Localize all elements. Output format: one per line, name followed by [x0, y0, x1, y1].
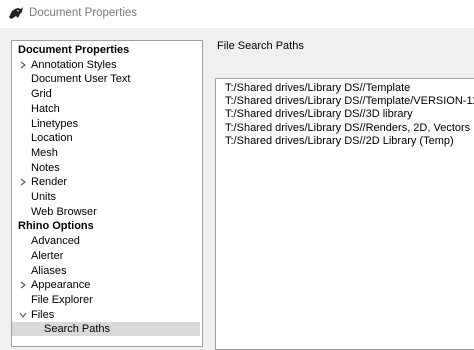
search-paths-list[interactable]: T:/Shared drives/Library DS//Template T:/… — [215, 78, 474, 350]
tree-item[interactable]: Advanced — [12, 234, 200, 248]
tree-item[interactable]: Render — [12, 175, 200, 189]
tree-item[interactable]: Web Browser — [12, 205, 200, 219]
chevron-right-icon[interactable] — [19, 175, 27, 189]
tree-item[interactable]: Alerter — [12, 249, 200, 263]
tree-item-label: Document User Text — [31, 73, 131, 86]
rhino-app-icon — [8, 5, 24, 21]
tree-item-label: Units — [31, 191, 57, 203]
title-bar: Document Properties — [0, 0, 474, 28]
tree-item[interactable]: Document User Text — [12, 72, 200, 86]
tree-item-label: Render — [31, 176, 68, 189]
tree-item[interactable]: File Explorer — [12, 293, 200, 307]
tree-item-label: Web Browser — [31, 205, 97, 218]
tree-item-label: Grid — [31, 88, 52, 101]
window-title: Document Properties — [29, 7, 138, 19]
tree-item[interactable]: Rhino Options — [12, 219, 200, 233]
tree-item-label: File Explorer — [31, 293, 93, 306]
tree-item-label: Files — [31, 308, 55, 321]
tree-item[interactable]: Units — [12, 190, 200, 204]
tree-item[interactable]: Hatch — [12, 102, 200, 116]
tree-item[interactable]: Location — [12, 131, 200, 145]
search-path-item[interactable]: T:/Shared drives/Library DS//Template/VE… — [225, 94, 474, 108]
tree-item-label: Linetypes — [31, 117, 79, 130]
tree-item[interactable]: Mesh — [12, 146, 200, 160]
tree-item-label: Aliases — [31, 264, 67, 277]
tree-item[interactable]: Notes — [12, 161, 200, 175]
panel-title: File Search Paths — [217, 40, 304, 52]
tree-item[interactable]: Aliases — [12, 264, 200, 278]
tree-item[interactable]: Appearance — [12, 278, 200, 292]
tree-item[interactable]: Search Paths — [12, 322, 200, 337]
tree-item[interactable]: Grid — [12, 87, 200, 101]
chevron-down-icon[interactable] — [19, 308, 27, 322]
tree-item[interactable]: Files — [12, 308, 200, 322]
tree-item-label: Notes — [31, 161, 60, 174]
tree-item-label: Annotation Styles — [31, 58, 117, 71]
options-tree[interactable]: Document Properties Annotation Styles Docu… — [11, 40, 203, 347]
search-path-item[interactable]: T:/Shared drives/Library DS//Template — [225, 81, 410, 95]
tree-item-label: Mesh — [31, 146, 58, 159]
chevron-right-icon[interactable] — [19, 278, 27, 292]
tree-item[interactable]: Linetypes — [12, 117, 200, 131]
tree-item-label: Search Paths — [44, 323, 111, 336]
search-path-item[interactable]: T:/Shared drives/Library DS//2D Library … — [225, 134, 454, 148]
tree-item-label: Document Properties — [18, 44, 130, 56]
tree-item-label: Hatch — [31, 102, 60, 115]
search-path-item[interactable]: T:/Shared drives/Library DS//Renders, 2D… — [225, 121, 470, 135]
tree-item-label: Appearance — [31, 279, 91, 292]
search-path-item[interactable]: T:/Shared drives/Library DS//3D library — [225, 107, 413, 121]
tree-item[interactable]: Annotation Styles — [12, 58, 200, 72]
tree-item-label: Location — [31, 132, 73, 145]
tree-item-label: Rhino Options — [18, 220, 94, 233]
tree-item-label: Advanced — [31, 235, 80, 248]
chevron-right-icon[interactable] — [19, 58, 27, 72]
tree-item[interactable]: Document Properties — [12, 43, 200, 57]
tree-item-label: Alerter — [31, 249, 64, 262]
